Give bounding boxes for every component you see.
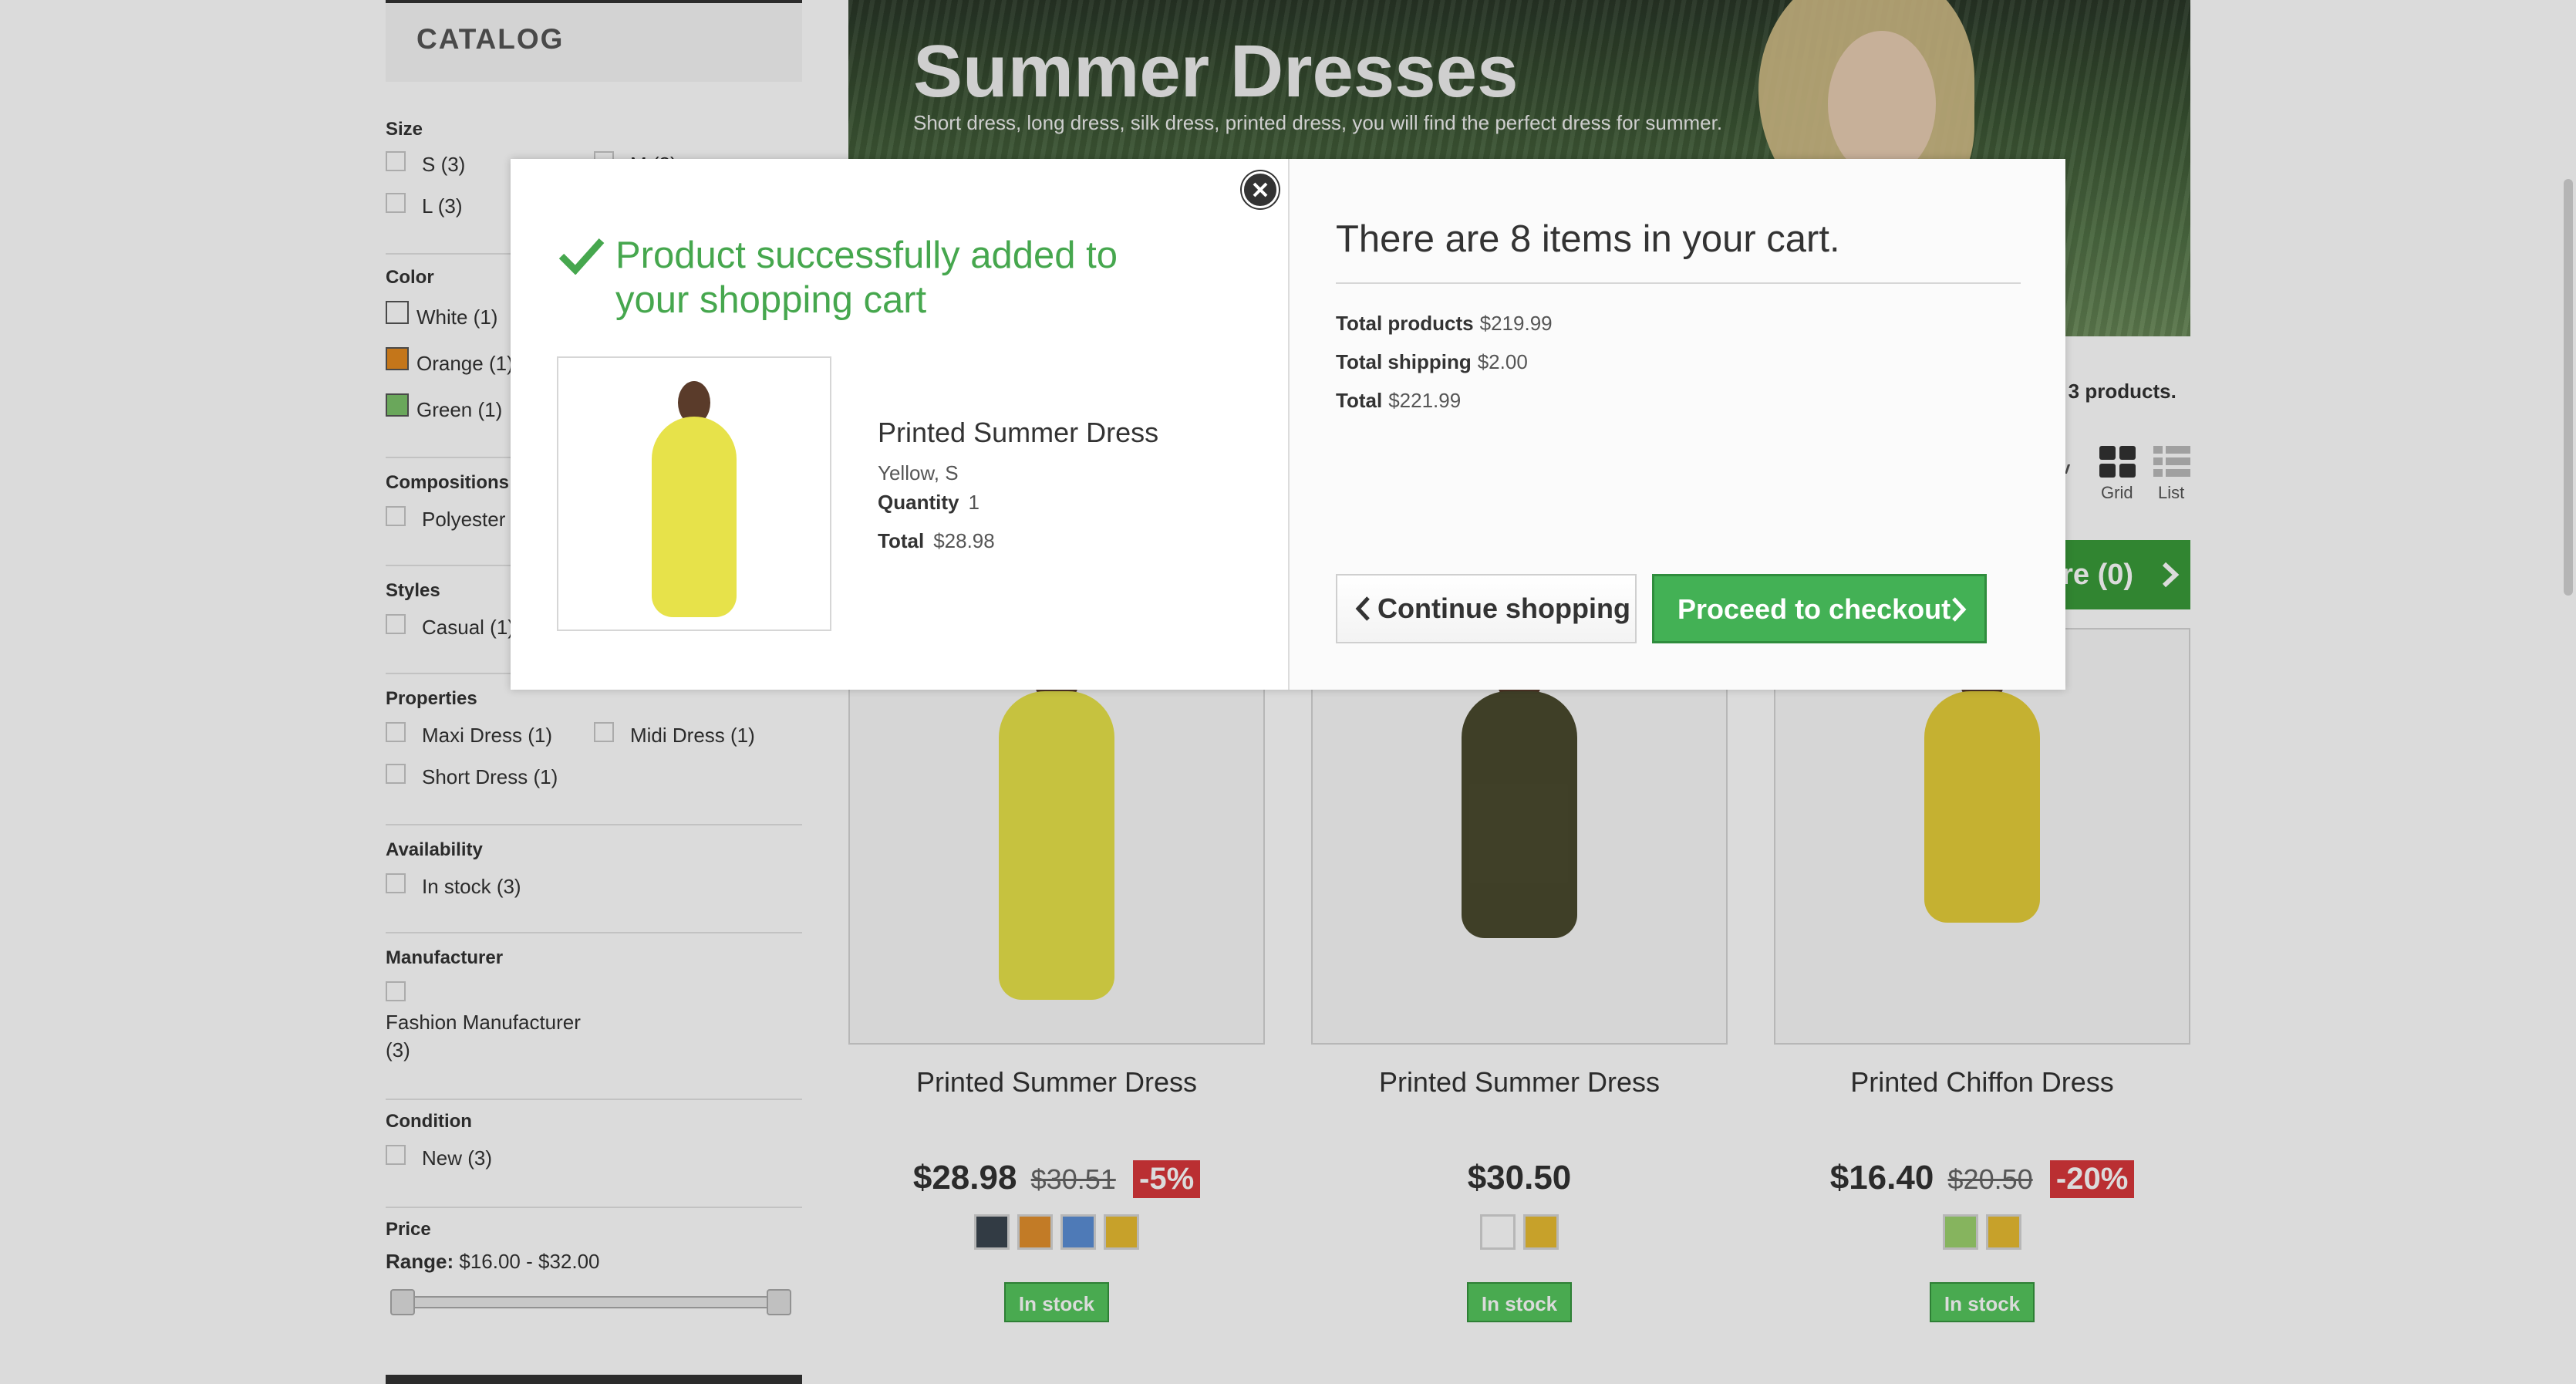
cart-total-value: $221.99: [1388, 389, 1462, 412]
cart-total-products: Total products $219.99: [1336, 312, 1553, 336]
total-value: $28.98: [933, 529, 995, 552]
total-label: Total: [878, 529, 925, 552]
cart-title: There are 8 items in your cart.: [1336, 218, 1840, 260]
cart-modal: Product successfully added to your shopp…: [511, 159, 2065, 690]
close-modal-button[interactable]: [1242, 171, 1279, 208]
check-icon: [558, 238, 605, 275]
modal-quantity: Quantity 1: [878, 491, 979, 515]
chevron-left-icon: [1355, 596, 1370, 621]
continue-shopping-button[interactable]: Continue shopping: [1336, 574, 1637, 643]
cart-total-label: Total: [1336, 389, 1383, 412]
modal-product-name: Printed Summer Dress: [878, 417, 1159, 448]
cart-divider: [1336, 282, 2021, 284]
cart-summary: There are 8 items in your cart. Total pr…: [1288, 159, 2065, 690]
quantity-value: 1: [968, 491, 979, 514]
page-scrollbar[interactable]: [2561, 0, 2576, 1384]
proceed-to-checkout-button[interactable]: Proceed to checkout: [1652, 574, 1987, 643]
dress-shape: [652, 417, 737, 617]
total-shipping-label: Total shipping: [1336, 350, 1472, 373]
continue-shopping-label: Continue shopping: [1377, 592, 1630, 624]
success-title: Product successfully added to your shopp…: [615, 235, 1118, 321]
cart-total-shipping: Total shipping $2.00: [1336, 350, 1528, 374]
checkout-label: Proceed to checkout: [1677, 593, 1951, 625]
chevron-right-icon: [1952, 597, 1967, 622]
total-products-label: Total products: [1336, 312, 1474, 335]
close-icon: [1253, 182, 1268, 197]
cart-total: Total $221.99: [1336, 389, 1461, 413]
total-shipping-value: $2.00: [1477, 350, 1528, 373]
quantity-label: Quantity: [878, 491, 959, 514]
modal-product-attributes: Yellow, S: [878, 461, 959, 484]
total-products-value: $219.99: [1479, 312, 1553, 335]
scrollbar-thumb[interactable]: [2564, 179, 2573, 596]
modal-product-image: [557, 356, 831, 631]
modal-total: Total $28.98: [878, 529, 995, 553]
